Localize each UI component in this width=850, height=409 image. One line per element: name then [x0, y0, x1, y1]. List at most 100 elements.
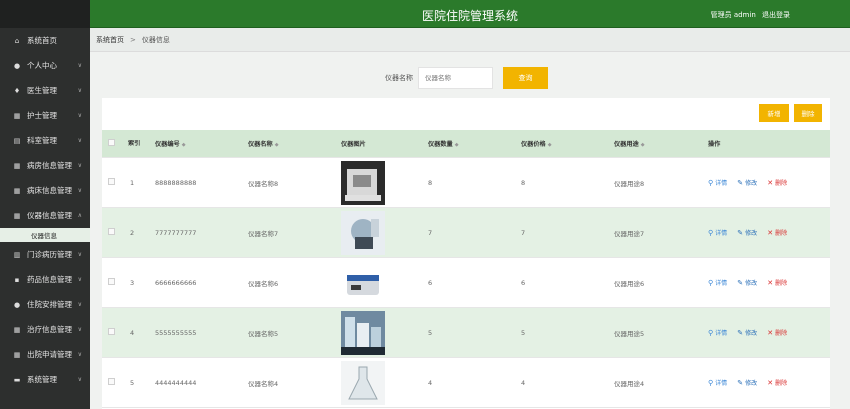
sidebar-item-outpatient-records[interactable]: ▥ 门诊病历管理 ∨	[0, 242, 90, 267]
equipment-photo	[341, 260, 385, 305]
row-checkbox[interactable]	[108, 328, 115, 335]
equipment-photo	[341, 210, 385, 255]
row-checkbox[interactable]	[108, 378, 115, 385]
table-row: 3 6666666666 仪器名称6 6 6 仪器用途6 ⚲ 详情 ✎ 修改 ✕ 删除	[102, 258, 830, 308]
batch-delete-button[interactable]: 删除	[794, 104, 822, 122]
detail-button[interactable]: ⚲ 详情	[708, 228, 727, 238]
search-input[interactable]	[418, 67, 493, 89]
edit-button[interactable]: ✎ 修改	[737, 228, 757, 238]
cell-usage: 仪器用途5	[614, 329, 645, 338]
grid-icon: ▦	[13, 211, 21, 220]
cell-name: 仪器名称4	[248, 379, 279, 388]
sidebar-brand	[0, 0, 90, 28]
edit-button[interactable]: ✎ 修改	[737, 278, 757, 288]
top-header: 医院住院管理系统 管理员 admin 退出登录	[90, 0, 850, 28]
sidebar-item-profile[interactable]: ● 个人中心 ∨	[0, 53, 90, 78]
table-row: 1 8888888888 仪器名称8 8 8 仪器用途8 ⚲ 详情 ✎ 修改 ✕ 删除	[102, 158, 830, 208]
sidebar-item-beds[interactable]: ▦ 病床信息管理 ∨	[0, 178, 90, 203]
user-icon: ●	[13, 61, 21, 70]
search-icon: ⚲	[708, 378, 714, 387]
cell-price: 6	[521, 278, 526, 287]
sidebar-item-admissions[interactable]: ● 住院安排管理 ∨	[0, 292, 90, 317]
cell-name: 仪器名称6	[248, 279, 279, 288]
current-user: 管理员 admin	[710, 11, 756, 19]
grid-icon: ▦	[13, 161, 21, 170]
pill-icon: ▪	[14, 275, 20, 284]
search-label: 仪器名称	[385, 74, 413, 82]
sidebar: ⌂ 系统首页 ● 个人中心 ∨ ♦ 医生管理 ∨ ▦ 护士管理 ∨ ▤ 科室管理 ∨ ▦ 病房信息管…	[0, 0, 90, 409]
detail-button[interactable]: ⚲ 详情	[708, 328, 727, 338]
sidebar-menu: ⌂ 系统首页 ● 个人中心 ∨ ♦ 医生管理 ∨ ▦ 护士管理 ∨ ▤ 科室管理 ∨ ▦ 病房信息管…	[0, 28, 90, 392]
sidebar-item-nurses[interactable]: ▦ 护士管理 ∨	[0, 103, 90, 128]
doc-icon: ▥	[13, 250, 21, 259]
sort-icon: ◆	[274, 142, 279, 148]
col-qty[interactable]: 仪器数量 ◆	[422, 139, 515, 148]
logout-link[interactable]: 退出登录	[762, 11, 790, 19]
delete-button[interactable]: ✕ 删除	[767, 378, 787, 388]
col-ops: 操作	[708, 141, 721, 148]
col-code[interactable]: 仪器编号 ◆	[149, 139, 242, 148]
sidebar-item-home[interactable]: ⌂ 系统首页	[0, 28, 90, 53]
sidebar-item-wards[interactable]: ▦ 病房信息管理 ∨	[0, 153, 90, 178]
chevron-down-icon: ∨	[77, 162, 82, 169]
select-all-checkbox[interactable]	[108, 139, 115, 146]
edit-button[interactable]: ✎ 修改	[737, 378, 757, 388]
chevron-down-icon: ∨	[77, 62, 82, 69]
row-checkbox[interactable]	[108, 178, 115, 185]
cell-qty: 5	[428, 328, 433, 337]
equipment-table: 索引 仪器编号 ◆ 仪器名称 ◆ 仪器图片 仪器数量 ◆ 仪器价格 ◆ 仪器用途 ◆ 操作…	[102, 130, 830, 408]
close-icon: ✕	[767, 278, 774, 287]
chevron-down-icon: ∨	[77, 187, 82, 194]
delete-button[interactable]: ✕ 删除	[767, 178, 787, 188]
cell-qty: 6	[428, 278, 433, 287]
close-icon: ✕	[767, 228, 774, 237]
sidebar-subitem-equipment-info[interactable]: 仪器信息	[0, 228, 90, 242]
cell-index: 3	[130, 278, 135, 287]
sidebar-item-medicines[interactable]: ▪ 药品信息管理 ∨	[0, 267, 90, 292]
chevron-down-icon: ∨	[77, 137, 82, 144]
chevron-down-icon: ∨	[77, 326, 82, 333]
breadcrumb: 系统首页 > 仪器信息	[90, 28, 850, 52]
detail-button[interactable]: ⚲ 详情	[708, 178, 727, 188]
breadcrumb-home[interactable]: 系统首页	[96, 35, 124, 45]
sidebar-item-treatments[interactable]: ▦ 治疗信息管理 ∨	[0, 317, 90, 342]
delete-button[interactable]: ✕ 删除	[767, 278, 787, 288]
pencil-icon: ✎	[737, 278, 744, 287]
equipment-photo	[341, 160, 385, 205]
cell-name: 仪器名称8	[248, 179, 279, 188]
sidebar-item-system[interactable]: ▬ 系统管理 ∨	[0, 367, 90, 392]
grid-icon: ▦	[13, 111, 21, 120]
cell-index: 1	[130, 178, 135, 187]
sidebar-item-doctors[interactable]: ♦ 医生管理 ∨	[0, 78, 90, 103]
sidebar-item-equipment[interactable]: ▦ 仪器信息管理 ∧	[0, 203, 90, 228]
close-icon: ✕	[767, 178, 774, 187]
add-button[interactable]: 新增	[759, 104, 789, 122]
sort-icon: ◆	[547, 142, 552, 148]
col-price[interactable]: 仪器价格 ◆	[515, 139, 608, 148]
detail-button[interactable]: ⚲ 详情	[708, 278, 727, 288]
detail-button[interactable]: ⚲ 详情	[708, 378, 727, 388]
cell-usage: 仪器用途4	[614, 379, 645, 388]
row-checkbox[interactable]	[108, 228, 115, 235]
delete-button[interactable]: ✕ 删除	[767, 228, 787, 238]
search-icon: ⚲	[708, 278, 714, 287]
building-icon: ▤	[13, 136, 21, 145]
close-icon: ✕	[767, 378, 774, 387]
search-button[interactable]: 查询	[503, 67, 548, 89]
col-usage[interactable]: 仪器用途 ◆	[608, 139, 702, 148]
cell-usage: 仪器用途7	[614, 229, 645, 238]
delete-button[interactable]: ✕ 删除	[767, 328, 787, 338]
chevron-down-icon: ∨	[77, 112, 82, 119]
col-name[interactable]: 仪器名称 ◆	[242, 139, 335, 148]
sidebar-item-discharge[interactable]: ▦ 出院申请管理 ∨	[0, 342, 90, 367]
cell-qty: 8	[428, 178, 433, 187]
edit-button[interactable]: ✎ 修改	[737, 178, 757, 188]
row-checkbox[interactable]	[108, 278, 115, 285]
home-icon: ⌂	[14, 36, 20, 45]
content-panel: 新增 删除 索引 仪器编号 ◆ 仪器名称 ◆ 仪器图片 仪器数量 ◆ 仪器价格 ◆ 仪器…	[102, 98, 830, 409]
edit-button[interactable]: ✎ 修改	[737, 328, 757, 338]
cell-qty: 4	[428, 378, 433, 387]
cell-code: 6666666666	[155, 278, 197, 287]
sidebar-item-departments[interactable]: ▤ 科室管理 ∨	[0, 128, 90, 153]
cell-price: 7	[521, 228, 526, 237]
